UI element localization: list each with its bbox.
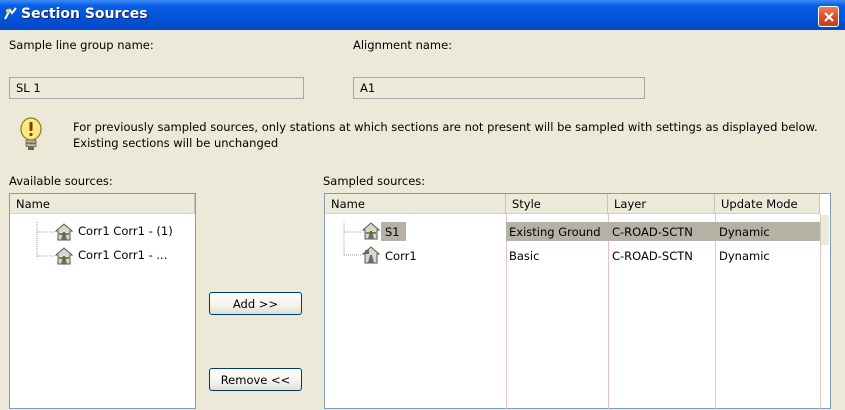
column-divider: [608, 214, 609, 410]
app-icon: [4, 7, 17, 20]
sampled-sources-label: Sampled sources:: [323, 174, 426, 188]
alignment-field: A1: [353, 77, 645, 99]
table-row[interactable]: Corr1 Basic C-ROAD-SCTN Dynamic: [325, 246, 820, 265]
remove-button[interactable]: Remove <<: [209, 368, 302, 391]
available-name-header[interactable]: Name: [10, 194, 195, 214]
cell-style[interactable]: Existing Ground: [509, 225, 601, 239]
column-divider: [506, 214, 507, 410]
corridor-surface-icon: [54, 223, 74, 241]
cell-name: S1: [385, 225, 400, 239]
available-item-label: Corr1 Corr1 - (1): [78, 224, 173, 238]
sample-line-group-field: SL 1: [9, 77, 304, 99]
cell-update-mode[interactable]: Dynamic: [719, 225, 770, 239]
column-header-name[interactable]: Name: [325, 194, 506, 214]
lightbulb-info-icon: [20, 117, 42, 150]
column-divider: [715, 214, 716, 410]
sampled-sources-grid[interactable]: Name Style Layer Update Mode S1 Existing…: [324, 193, 831, 410]
cell-update-mode[interactable]: Dynamic: [719, 249, 770, 263]
column-header-update-mode[interactable]: Update Mode: [715, 194, 820, 214]
title-bar[interactable]: Section Sources: [0, 0, 845, 30]
info-message: For previously sampled sources, only sta…: [73, 120, 818, 150]
column-header-style[interactable]: Style: [506, 194, 608, 214]
add-button[interactable]: Add >>: [209, 292, 302, 315]
available-sources-list[interactable]: Name Corr1 Corr1 - (1) Corr1 Corr1 - ...: [9, 193, 196, 409]
alignment-label: Alignment name:: [353, 38, 453, 52]
surface-icon: [361, 222, 381, 240]
cell-name: Corr1: [385, 249, 417, 263]
column-header-layer[interactable]: Layer: [608, 194, 715, 214]
window-title: Section Sources: [21, 6, 148, 22]
close-button[interactable]: [818, 6, 839, 27]
corridor-surface-icon: [54, 247, 74, 265]
cell-layer[interactable]: C-ROAD-SCTN: [612, 249, 693, 263]
sample-line-group-label: Sample line group name:: [9, 38, 154, 52]
table-row[interactable]: S1 Existing Ground C-ROAD-SCTN Dynamic: [325, 222, 820, 241]
close-icon: [824, 12, 834, 22]
available-item-label: Corr1 Corr1 - ...: [78, 248, 168, 262]
cell-layer[interactable]: C-ROAD-SCTN: [612, 225, 693, 239]
corridor-icon: [361, 246, 381, 264]
cell-style[interactable]: Basic: [509, 249, 539, 263]
grid-scrollbar[interactable]: [820, 215, 829, 245]
available-sources-label: Available sources:: [9, 174, 113, 188]
